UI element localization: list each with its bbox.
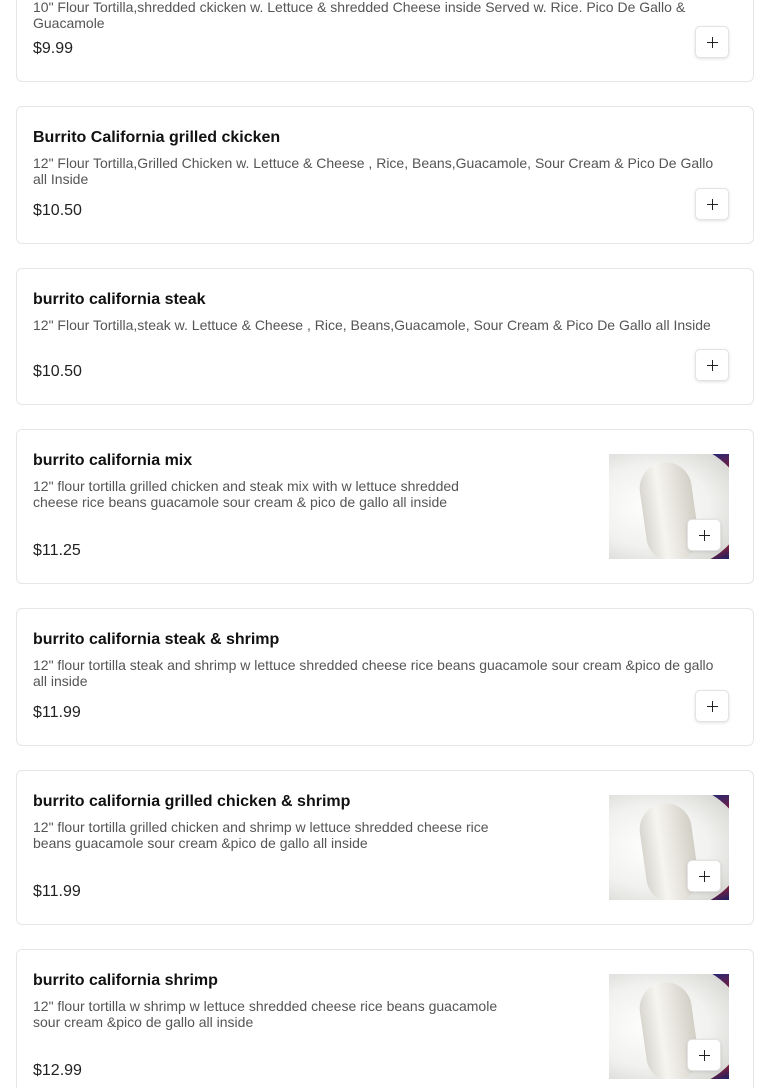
plus-icon	[706, 36, 718, 48]
add-to-cart-button[interactable]	[695, 188, 729, 220]
menu-item-name: burrito california steak	[33, 291, 206, 308]
menu-item-card[interactable]: Burrito California grilled ckicken 12" F…	[16, 106, 754, 244]
menu-item-price: $11.25	[33, 542, 81, 559]
add-to-cart-button[interactable]	[695, 26, 729, 58]
menu-item-price: $11.99	[33, 883, 81, 900]
menu-item-name: burrito california steak & shrimp	[33, 631, 280, 648]
add-to-cart-button[interactable]	[687, 1039, 721, 1071]
add-to-cart-button[interactable]	[687, 519, 721, 551]
add-to-cart-button[interactable]	[695, 690, 729, 722]
plus-icon	[706, 198, 718, 210]
menu-item-name: burrito california shrimp	[33, 972, 218, 989]
menu-item-price: $12.99	[33, 1062, 82, 1079]
menu-item-price: $9.99	[33, 40, 74, 57]
add-to-cart-button[interactable]	[695, 349, 729, 381]
menu-item-name: Burrito California grilled ckicken	[33, 129, 281, 146]
plus-icon	[698, 870, 710, 882]
menu-item-description: 12" flour tortilla w shrimp w lettuce sh…	[33, 998, 498, 1030]
menu-item-name: burrito california grilled chicken & shr…	[33, 793, 351, 810]
menu-item-description: 10" Flour Tortilla,shredded ckicken w. L…	[33, 0, 686, 31]
plus-icon	[698, 1049, 710, 1061]
menu-item-description: 12" flour tortilla grilled chicken and s…	[33, 478, 459, 510]
menu-item-description: 12" Flour Tortilla,steak w. Lettuce & Ch…	[33, 317, 711, 333]
menu-item-card[interactable]: 10" Flour Tortilla,shredded ckicken w. L…	[16, 0, 754, 82]
menu-item-description: 12" flour tortilla grilled chicken and s…	[33, 819, 489, 851]
add-to-cart-button[interactable]	[687, 860, 721, 892]
plus-icon	[706, 359, 718, 371]
menu-item-name: burrito california mix	[33, 452, 193, 469]
menu-item-card[interactable]: burrito california mix 12" flour tortill…	[16, 429, 754, 584]
plus-icon	[706, 700, 718, 712]
menu-item-description: 12" flour tortilla steak and shrimp w le…	[33, 657, 714, 689]
plus-icon	[698, 529, 710, 541]
menu-item-photo[interactable]	[609, 974, 729, 1079]
menu-item-photo[interactable]	[609, 454, 729, 559]
menu-item-photo[interactable]	[609, 795, 729, 900]
menu-item-description: 12" Flour Tortilla,Grilled Chicken w. Le…	[33, 155, 714, 187]
menu-item-price: $11.99	[33, 704, 81, 721]
menu-item-card[interactable]: burrito california shrimp 12" flour tort…	[16, 949, 754, 1088]
menu-item-card[interactable]: burrito california grilled chicken & shr…	[16, 770, 754, 925]
menu-item-price: $10.50	[33, 363, 82, 380]
menu-item-card[interactable]: burrito california steak & shrimp 12" fl…	[16, 608, 754, 746]
menu-item-card[interactable]: burrito california steak 12" Flour Torti…	[16, 268, 754, 405]
menu-item-price: $10.50	[33, 202, 82, 219]
